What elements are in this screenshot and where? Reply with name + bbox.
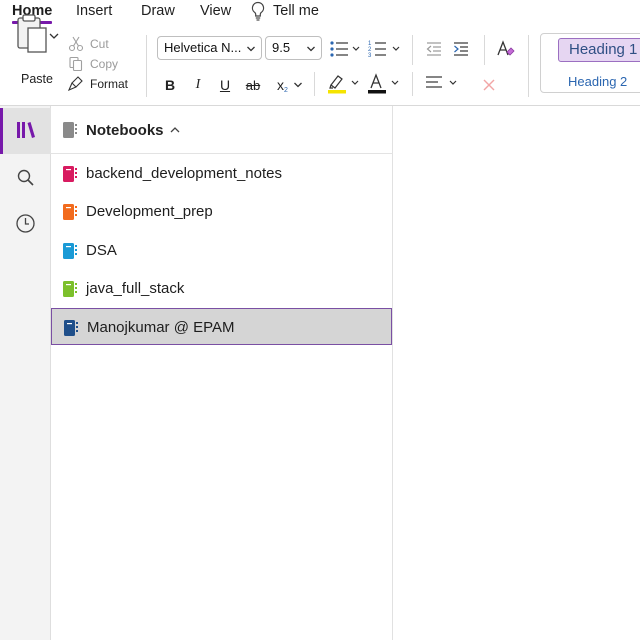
font-family-value: Helvetica N... bbox=[164, 40, 242, 55]
numbering-button[interactable]: 1 2 3 bbox=[368, 38, 402, 60]
svg-text:3: 3 bbox=[368, 53, 372, 59]
notebook-item[interactable]: Development_prep bbox=[51, 193, 393, 230]
copy-label: Copy bbox=[90, 57, 119, 71]
notebooks-header[interactable]: Notebooks bbox=[86, 122, 164, 139]
menu-tabs: Home Insert Draw View Tell me bbox=[0, 0, 640, 24]
underline-button[interactable]: U bbox=[217, 74, 233, 96]
indent-icon bbox=[454, 42, 468, 56]
ribbon-divider bbox=[146, 35, 147, 97]
copy-icon bbox=[69, 56, 83, 72]
decrease-indent-button[interactable] bbox=[424, 38, 444, 60]
tell-me-search[interactable]: Tell me bbox=[273, 3, 319, 19]
bullet-list-icon bbox=[330, 41, 360, 57]
notebook-icon bbox=[63, 280, 77, 297]
clear-button[interactable] bbox=[480, 74, 498, 96]
notebook-item[interactable]: Manojkumar @ EPAM bbox=[51, 308, 392, 346]
notebook-icon bbox=[64, 320, 78, 337]
notebook-item-label: Manojkumar @ EPAM bbox=[87, 319, 235, 337]
tab-draw[interactable]: Draw bbox=[141, 3, 175, 19]
increase-indent-button[interactable] bbox=[451, 38, 471, 60]
strikethrough-button[interactable]: ab bbox=[243, 74, 263, 96]
chevron-up-icon[interactable] bbox=[170, 126, 180, 134]
italic-button[interactable]: I bbox=[190, 74, 206, 96]
notebook-item[interactable]: java_full_stack bbox=[51, 270, 393, 307]
format-painter-icon bbox=[68, 76, 83, 92]
bold-button[interactable]: B bbox=[162, 74, 178, 96]
search-icon[interactable] bbox=[16, 168, 36, 188]
chevron-down-icon bbox=[293, 82, 302, 88]
notebook-item-label: Development_prep bbox=[86, 203, 213, 221]
cut-label: Cut bbox=[90, 37, 109, 51]
font-size-value: 9.5 bbox=[272, 40, 291, 55]
notebook-item[interactable]: DSA bbox=[51, 232, 393, 269]
notebook-item[interactable]: backend_development_notes bbox=[51, 155, 393, 192]
notebook-header-icon bbox=[63, 122, 77, 138]
ribbon-divider bbox=[412, 35, 413, 65]
ribbon-divider bbox=[314, 72, 315, 96]
page-content-area[interactable] bbox=[393, 106, 640, 640]
font-color-icon bbox=[368, 73, 399, 94]
subscript-label: x bbox=[277, 77, 285, 93]
highlighter-icon bbox=[328, 75, 359, 94]
rail-active-indicator bbox=[0, 108, 3, 154]
notebook-item-label: DSA bbox=[86, 241, 117, 259]
notebook-item-label: java_full_stack bbox=[86, 279, 185, 297]
highlight-button[interactable] bbox=[326, 72, 362, 94]
tab-view[interactable]: View bbox=[200, 3, 231, 19]
clear-formatting-button[interactable] bbox=[494, 38, 516, 60]
outdent-icon bbox=[426, 42, 441, 56]
tab-insert[interactable]: Insert bbox=[76, 3, 112, 19]
align-left-icon bbox=[426, 76, 457, 88]
style-heading-2[interactable]: Heading 2 bbox=[568, 74, 627, 89]
cut-button[interactable]: Cut bbox=[68, 36, 109, 52]
bullets-button[interactable] bbox=[328, 38, 362, 60]
clear-formatting-icon bbox=[497, 40, 515, 56]
notebook-icon bbox=[63, 242, 77, 259]
font-color-button[interactable] bbox=[366, 72, 402, 94]
font-size-dropdown[interactable]: 9.5 bbox=[265, 36, 322, 60]
notebook-item-label: backend_development_notes bbox=[86, 165, 282, 182]
font-family-dropdown[interactable]: Helvetica N... bbox=[157, 36, 262, 60]
copy-button[interactable]: Copy bbox=[68, 56, 118, 72]
format-label: Format bbox=[90, 77, 129, 91]
format-painter-button[interactable]: Format bbox=[68, 76, 128, 92]
notebooks-icon[interactable] bbox=[15, 120, 37, 140]
subscript-marker-icon: 2 bbox=[284, 86, 288, 94]
alignment-button[interactable] bbox=[424, 72, 460, 94]
ribbon-divider bbox=[484, 35, 485, 65]
subscript-button[interactable]: x 2 bbox=[274, 74, 306, 96]
ribbon-divider bbox=[412, 72, 413, 96]
lightbulb-icon[interactable] bbox=[249, 1, 267, 21]
close-icon bbox=[483, 79, 495, 91]
numbered-list-icon: 1 2 3 bbox=[368, 41, 400, 59]
scissors-icon bbox=[68, 36, 84, 52]
style-heading-1[interactable]: Heading 1 bbox=[558, 38, 640, 62]
panel-header-divider bbox=[51, 153, 393, 154]
paste-button[interactable] bbox=[10, 8, 62, 68]
notebook-icon bbox=[63, 166, 77, 182]
recent-clock-icon[interactable] bbox=[15, 213, 36, 234]
ribbon-divider bbox=[528, 35, 529, 97]
chevron-down-icon bbox=[247, 46, 255, 52]
chevron-down-icon bbox=[307, 46, 315, 52]
notebook-icon bbox=[63, 204, 77, 221]
paste-label: Paste bbox=[21, 72, 53, 86]
